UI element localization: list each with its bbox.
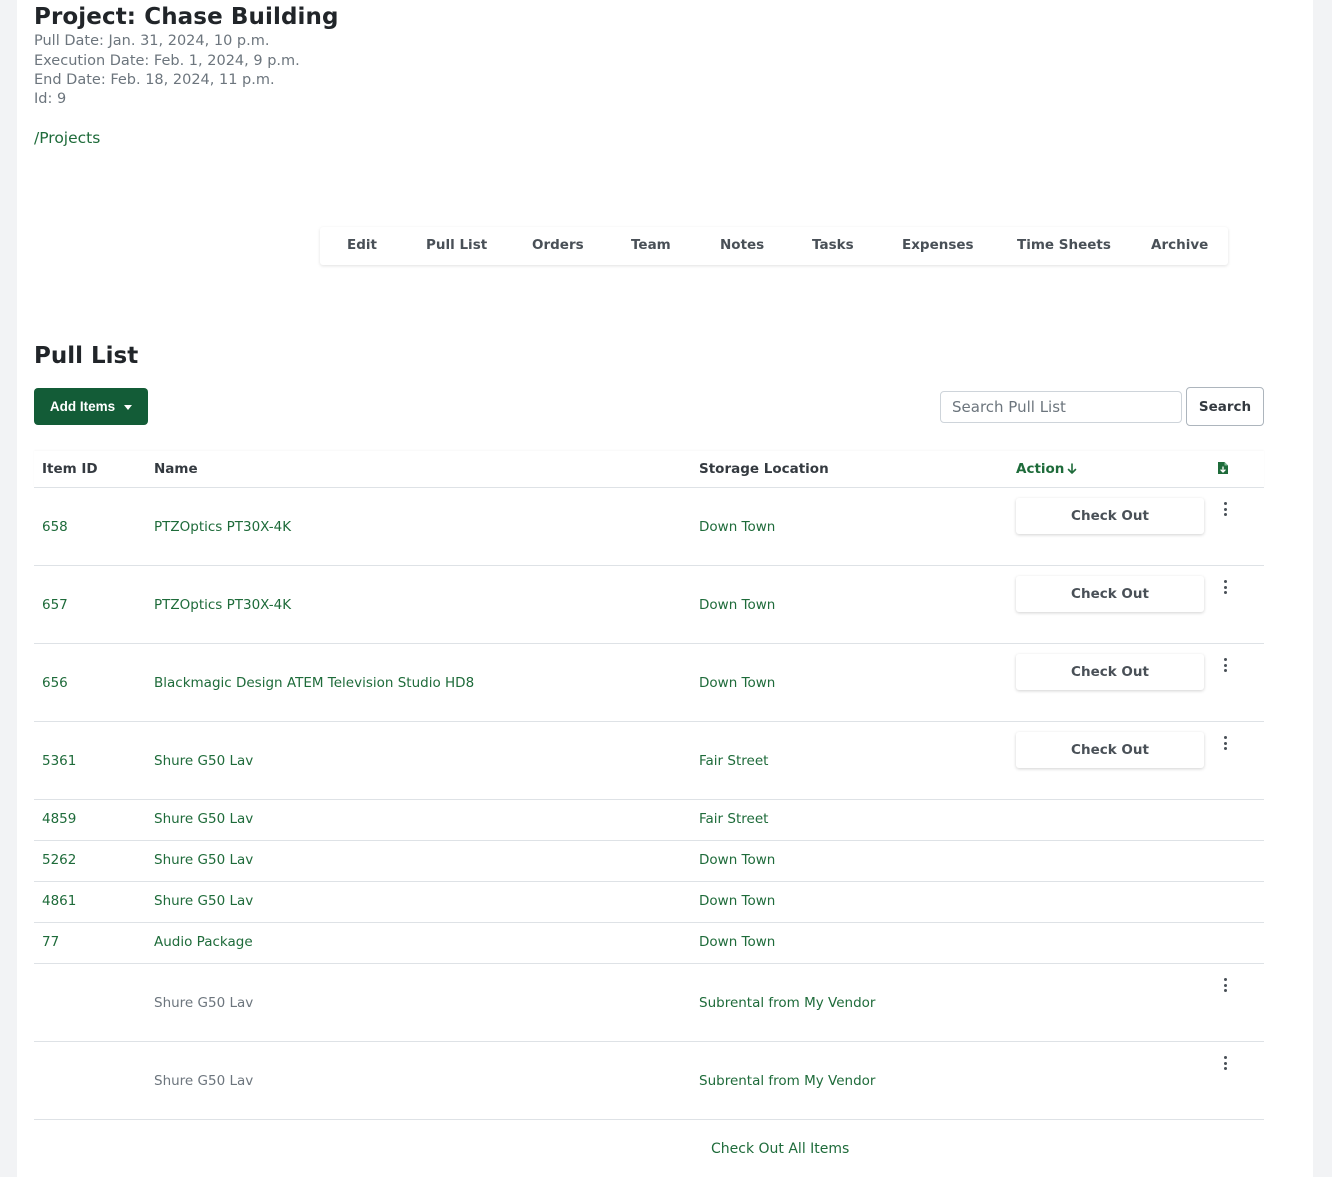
tab-time-sheets[interactable]: Time Sheets <box>1017 237 1111 253</box>
storage-location-link[interactable]: Fair Street <box>699 811 768 827</box>
project-tabs: Edit Pull List Orders Team Notes Tasks E… <box>320 227 1228 265</box>
item-id-link[interactable]: 4859 <box>42 811 76 827</box>
storage-location-link[interactable]: Down Town <box>699 597 775 613</box>
item-id-link[interactable]: 657 <box>42 597 68 613</box>
item-name-link[interactable]: Shure G50 Lav <box>154 753 253 769</box>
item-id-link[interactable]: 658 <box>42 519 68 535</box>
tab-edit[interactable]: Edit <box>347 237 377 253</box>
table-row: 656 Blackmagic Design ATEM Television St… <box>34 644 1264 722</box>
item-name-link[interactable]: Audio Package <box>154 934 253 950</box>
storage-location-link[interactable]: Fair Street <box>699 753 768 769</box>
search-button[interactable]: Search <box>1186 387 1264 426</box>
item-id-link[interactable]: 656 <box>42 675 68 691</box>
table-footer-row: Check Out All Items <box>34 1120 1264 1177</box>
table-row: Shure G50 Lav Subrental from My Vendor <box>34 1042 1264 1120</box>
file-download-icon[interactable] <box>1217 461 1229 475</box>
more-options-icon[interactable] <box>1220 500 1230 518</box>
table-row: 658 PTZOptics PT30X-4K Down Town Check O… <box>34 488 1264 566</box>
export-column[interactable] <box>1217 461 1229 479</box>
column-storage-location[interactable]: Storage Location <box>699 461 829 477</box>
item-name-link[interactable]: Shure G50 Lav <box>154 811 253 827</box>
table-header: Item ID Name Storage Location Action <box>34 451 1264 488</box>
item-name-link[interactable]: PTZOptics PT30X-4K <box>154 597 291 613</box>
tab-tasks[interactable]: Tasks <box>812 237 854 253</box>
end-date: End Date: Feb. 18, 2024, 11 p.m. <box>34 72 275 88</box>
item-name-link[interactable]: Blackmagic Design ATEM Television Studio… <box>154 675 474 691</box>
item-id-link[interactable]: 77 <box>42 934 59 950</box>
more-options-icon[interactable] <box>1220 578 1230 596</box>
column-item-id[interactable]: Item ID <box>42 461 98 477</box>
check-out-all-link[interactable]: Check Out All Items <box>711 1141 849 1157</box>
item-id-link[interactable]: 4861 <box>42 893 76 909</box>
table-row: 4859 Shure G50 Lav Fair Street <box>34 800 1264 841</box>
item-id-link[interactable]: 5361 <box>42 753 76 769</box>
tab-archive[interactable]: Archive <box>1151 237 1208 253</box>
tab-expenses[interactable]: Expenses <box>902 237 974 253</box>
storage-location-link[interactable]: Subrental from My Vendor <box>699 995 875 1011</box>
search-input[interactable] <box>940 391 1182 423</box>
add-items-label: Add Items <box>49 399 116 414</box>
execution-date: Execution Date: Feb. 1, 2024, 9 p.m. <box>34 53 300 69</box>
add-items-button[interactable]: Add Items <box>34 388 148 425</box>
item-name-link[interactable]: Shure G50 Lav <box>154 893 253 909</box>
tab-team[interactable]: Team <box>631 237 671 253</box>
tab-pull-list[interactable]: Pull List <box>426 237 487 253</box>
item-name-link[interactable]: Shure G50 Lav <box>154 852 253 868</box>
column-action[interactable]: Action <box>1016 461 1077 477</box>
storage-location-link[interactable]: Down Town <box>699 893 775 909</box>
item-name-link[interactable]: PTZOptics PT30X-4K <box>154 519 291 535</box>
project-id: Id: 9 <box>34 91 67 107</box>
check-out-button[interactable]: Check Out <box>1016 654 1204 690</box>
table-row: 5262 Shure G50 Lav Down Town <box>34 841 1264 882</box>
column-name[interactable]: Name <box>154 461 198 477</box>
more-options-icon[interactable] <box>1220 734 1230 752</box>
more-options-icon[interactable] <box>1220 976 1230 994</box>
storage-location-link[interactable]: Down Town <box>699 675 775 691</box>
more-options-icon[interactable] <box>1220 656 1230 674</box>
storage-location-link[interactable]: Down Town <box>699 519 775 535</box>
storage-location-link[interactable]: Down Town <box>699 852 775 868</box>
arrow-down-icon <box>1068 463 1077 474</box>
page-title: Project: Chase Building <box>34 4 339 30</box>
tab-notes[interactable]: Notes <box>720 237 764 253</box>
item-name: Shure G50 Lav <box>154 1073 254 1089</box>
check-out-button[interactable]: Check Out <box>1016 498 1204 534</box>
table-row: 5361 Shure G50 Lav Fair Street Check Out <box>34 722 1264 800</box>
table-row: 4861 Shure G50 Lav Down Town <box>34 882 1264 923</box>
pull-date: Pull Date: Jan. 31, 2024, 10 p.m. <box>34 33 270 49</box>
caret-down-icon <box>124 404 133 410</box>
more-options-icon[interactable] <box>1220 1054 1230 1072</box>
pull-list-table: Item ID Name Storage Location Action 658… <box>34 451 1264 1177</box>
tab-orders[interactable]: Orders <box>532 237 584 253</box>
item-name: Shure G50 Lav <box>154 995 254 1011</box>
storage-location-link[interactable]: Down Town <box>699 934 775 950</box>
breadcrumb-projects[interactable]: /Projects <box>34 129 100 147</box>
check-out-button[interactable]: Check Out <box>1016 576 1204 612</box>
check-out-button[interactable]: Check Out <box>1016 732 1204 768</box>
pull-list-title: Pull List <box>34 343 139 369</box>
table-row: 657 PTZOptics PT30X-4K Down Town Check O… <box>34 566 1264 644</box>
item-id-link[interactable]: 5262 <box>42 852 76 868</box>
column-action-label: Action <box>1016 461 1065 477</box>
table-row: Shure G50 Lav Subrental from My Vendor <box>34 964 1264 1042</box>
storage-location-link[interactable]: Subrental from My Vendor <box>699 1073 875 1089</box>
table-row: 77 Audio Package Down Town <box>34 923 1264 964</box>
